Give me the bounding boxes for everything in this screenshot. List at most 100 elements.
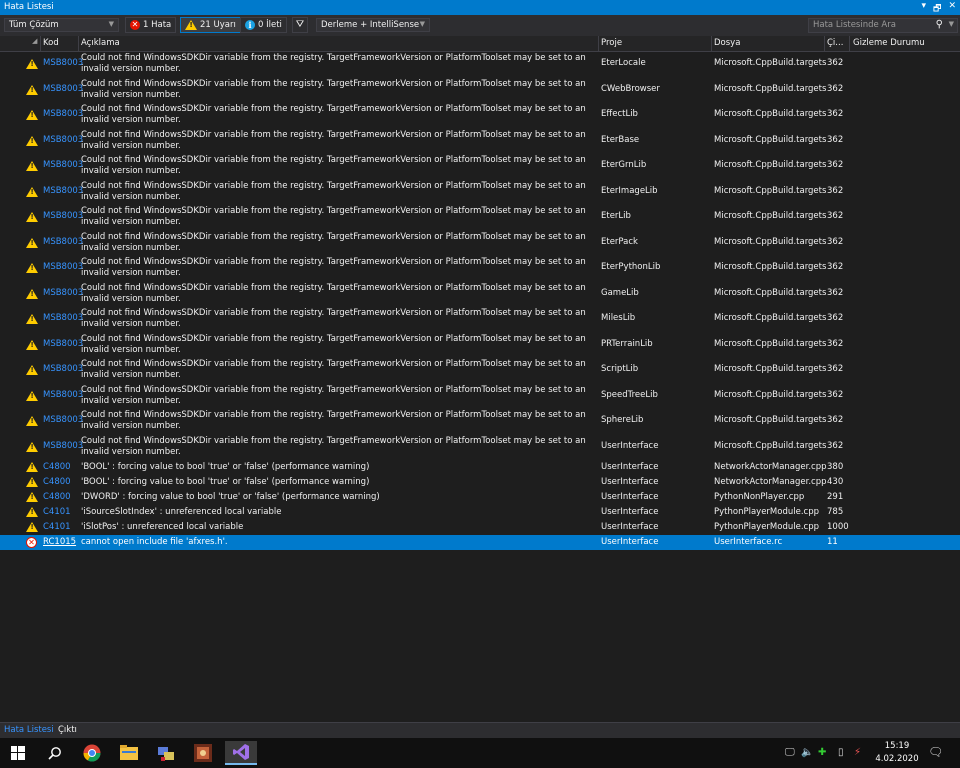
error-file: Microsoft.CppBuild.targets: [714, 160, 827, 170]
table-row[interactable]: MSB8003Could not find WindowsSDKDir vari…: [0, 358, 960, 384]
error-code-link[interactable]: MSB8003: [43, 237, 83, 247]
window-title: Hata Listesi: [4, 2, 54, 12]
clear-filter-icon[interactable]: ⛛: [292, 17, 308, 33]
error-code-link[interactable]: C4800: [43, 462, 71, 472]
tab-error-list[interactable]: Hata Listesi: [4, 725, 54, 735]
windows-start-icon[interactable]: [3, 741, 33, 765]
search-icon[interactable]: [40, 741, 70, 765]
column-divider[interactable]: [711, 36, 712, 51]
table-row[interactable]: MSB8003Could not find WindowsSDKDir vari…: [0, 384, 960, 410]
security-icon[interactable]: ✚: [818, 747, 826, 758]
network-icon[interactable]: 🖵: [785, 747, 795, 758]
warning-icon: [26, 462, 38, 472]
error-line: 362: [827, 364, 844, 374]
error-code-link[interactable]: C4800: [43, 492, 71, 502]
error-code-link[interactable]: MSB8003: [43, 186, 83, 196]
warning-icon: [26, 186, 38, 197]
table-row[interactable]: MSB8003Could not find WindowsSDKDir vari…: [0, 231, 960, 257]
error-description: Could not find WindowsSDKDir variable fr…: [81, 104, 586, 125]
table-row[interactable]: MSB8003Could not find WindowsSDKDir vari…: [0, 256, 960, 282]
table-row[interactable]: ✕ RC1015 cannot open include file 'afxres.…: [0, 535, 960, 550]
table-row[interactable]: MSB8003Could not find WindowsSDKDir vari…: [0, 282, 960, 308]
table-row[interactable]: MSB8003Could not find WindowsSDKDir vari…: [0, 333, 960, 359]
column-divider[interactable]: [598, 36, 599, 51]
table-row[interactable]: MSB8003Could not find WindowsSDKDir vari…: [0, 52, 960, 78]
table-row[interactable]: MSB8003Could not find WindowsSDKDir vari…: [0, 205, 960, 231]
table-row[interactable]: MSB8003Could not find WindowsSDKDir vari…: [0, 435, 960, 461]
error-code-link[interactable]: MSB8003: [43, 288, 83, 298]
table-row[interactable]: MSB8003Could not find WindowsSDKDir vari…: [0, 154, 960, 180]
column-header-file[interactable]: Dosya: [714, 38, 740, 48]
volume-icon[interactable]: 🔈: [801, 747, 813, 758]
warning-icon: [26, 416, 38, 426]
chevron-down-icon[interactable]: ▼: [949, 20, 954, 28]
visual-studio-icon[interactable]: [225, 741, 257, 765]
error-file: NetworkActorManager.cpp: [714, 477, 827, 487]
column-divider[interactable]: [40, 36, 41, 51]
chrome-icon[interactable]: [77, 741, 107, 765]
table-row[interactable]: C4800 'BOOL' : forcing value to bool 'tru…: [0, 460, 960, 475]
table-row[interactable]: C4800 'BOOL' : forcing value to bool 'tru…: [0, 475, 960, 490]
battery-icon[interactable]: ▯: [838, 747, 844, 758]
error-code-link[interactable]: MSB8003: [43, 339, 83, 349]
error-code-link[interactable]: MSB8003: [43, 109, 83, 119]
error-project: EterGrnLib: [601, 160, 647, 170]
file-explorer-icon[interactable]: [114, 741, 144, 765]
table-row[interactable]: MSB8003Could not find WindowsSDKDir vari…: [0, 180, 960, 206]
error-code-link[interactable]: C4101: [43, 522, 71, 532]
error-code-link[interactable]: C4101: [43, 507, 71, 517]
error-code-link[interactable]: MSB8003: [43, 364, 83, 374]
column-header-description[interactable]: Açıklama: [81, 38, 120, 48]
error-code-link[interactable]: MSB8003: [43, 415, 83, 425]
table-row[interactable]: MSB8003Could not find WindowsSDKDir vari…: [0, 78, 960, 104]
error-code-link[interactable]: C4800: [43, 477, 71, 487]
warnings-filter-button[interactable]: 21 Uyarı: [180, 17, 241, 33]
build-intellisense-dropdown[interactable]: Derleme + IntelliSense ▼: [316, 18, 430, 32]
errors-filter-button[interactable]: ✕ 1 Hata: [125, 17, 177, 33]
scope-dropdown[interactable]: Tüm Çözüm ▼: [4, 18, 119, 32]
column-header-project[interactable]: Proje: [601, 38, 622, 48]
error-line: 1000: [827, 522, 849, 532]
table-row[interactable]: C4101 'iSourceSlotIndex' : unreferenced l…: [0, 505, 960, 520]
column-divider[interactable]: [824, 36, 825, 51]
error-code-link[interactable]: MSB8003: [43, 160, 83, 170]
clock-time: 15:19: [884, 741, 910, 751]
table-row[interactable]: C4800 'DWORD' : forcing value to bool 'tr…: [0, 490, 960, 505]
search-icon[interactable]: ⚲: [936, 19, 943, 30]
game-app-icon[interactable]: [188, 741, 218, 765]
column-divider[interactable]: [849, 36, 850, 51]
error-description: 'BOOL' : forcing value to bool 'true' or…: [81, 462, 370, 472]
error-code-link[interactable]: MSB8003: [43, 313, 83, 323]
table-row[interactable]: MSB8003Could not find WindowsSDKDir vari…: [0, 307, 960, 333]
error-code-link[interactable]: MSB8003: [43, 135, 83, 145]
column-header-suppression-state[interactable]: Gizleme Durumu: [853, 38, 925, 48]
tool-app-icon[interactable]: [151, 741, 181, 765]
system-clock[interactable]: 15:19 4.02.2020: [874, 740, 920, 766]
error-code-link[interactable]: MSB8003: [43, 262, 83, 272]
error-line: 362: [827, 83, 844, 94]
column-divider[interactable]: [78, 36, 79, 51]
column-header-code[interactable]: Kod: [43, 38, 59, 48]
table-row[interactable]: C4101 'iSlotPos' : unreferenced local var…: [0, 520, 960, 535]
tab-output[interactable]: Çıktı: [58, 725, 77, 735]
error-file: PythonNonPlayer.cpp: [714, 492, 805, 502]
error-description: Could not find WindowsSDKDir variable fr…: [81, 333, 586, 355]
warnings-filter-label: 21 Uyarı: [200, 20, 236, 30]
system-alert-icon[interactable]: ⚡: [854, 747, 861, 758]
error-code-link[interactable]: MSB8003: [43, 58, 83, 68]
error-project: EterPack: [601, 236, 638, 247]
error-code-link[interactable]: MSB8003: [43, 84, 83, 94]
messages-filter-button[interactable]: i 0 İleti: [240, 17, 287, 33]
table-row[interactable]: MSB8003Could not find WindowsSDKDir vari…: [0, 103, 960, 129]
error-code-link[interactable]: MSB8003: [43, 390, 83, 400]
error-code-link[interactable]: MSB8003: [43, 211, 83, 221]
error-list-search-input[interactable]: Hata Listesinde Ara ⚲ ▼: [808, 18, 958, 33]
column-header-line[interactable]: Çi...: [827, 38, 843, 48]
table-row[interactable]: MSB8003Could not find WindowsSDKDir vari…: [0, 129, 960, 155]
error-code-link[interactable]: MSB8003: [43, 441, 83, 451]
error-project: MilesLib: [601, 313, 636, 323]
notifications-icon[interactable]: 🗨: [928, 745, 943, 759]
error-code-link[interactable]: RC1015: [43, 537, 76, 547]
table-row[interactable]: MSB8003Could not find WindowsSDKDir vari…: [0, 409, 960, 435]
warning-icon: [26, 339, 38, 350]
